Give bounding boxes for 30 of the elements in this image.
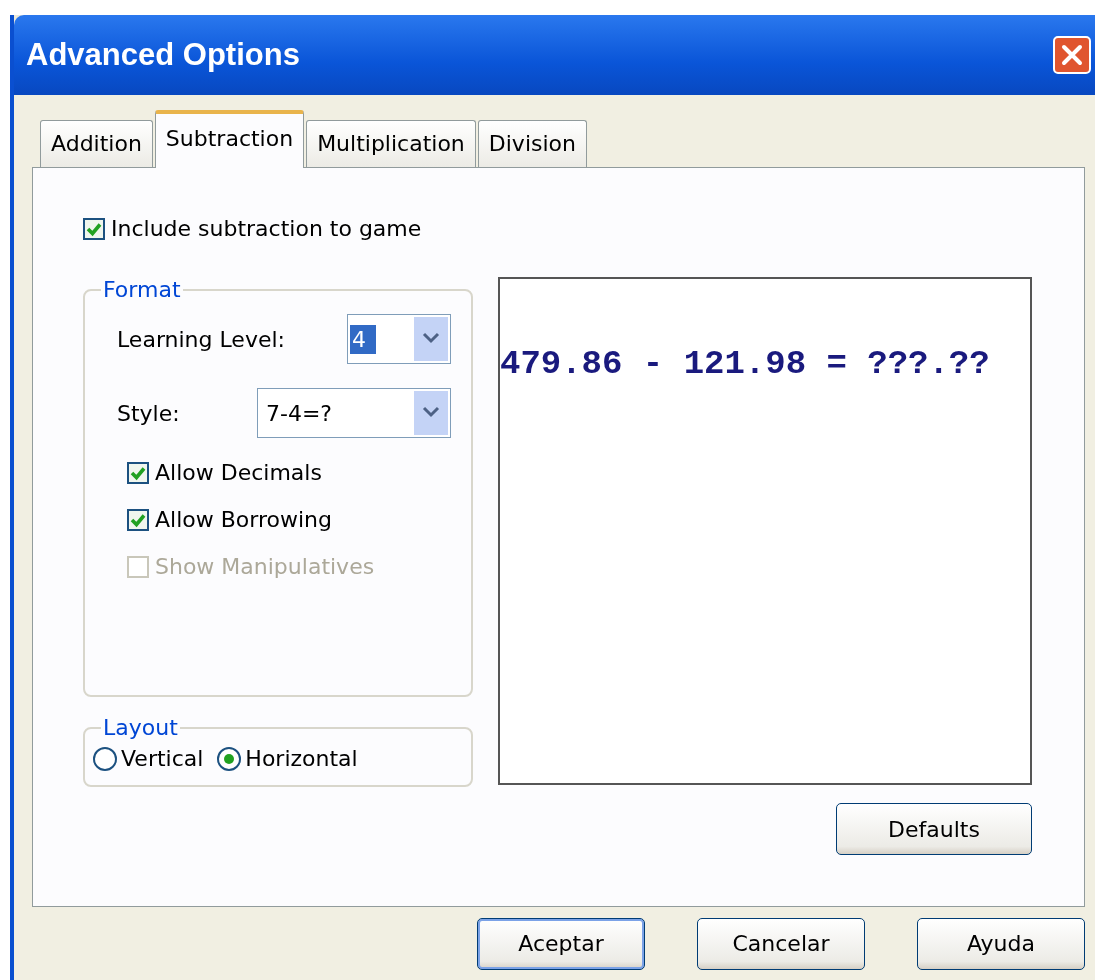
field-label: Style: — [117, 400, 180, 426]
dialog-button[interactable]: Cancelar — [697, 917, 865, 970]
tab[interactable]: Multiplication — [306, 120, 476, 167]
checkbox-label: Allow Decimals — [155, 460, 322, 485]
radio-button[interactable] — [217, 746, 242, 771]
checkbox[interactable] — [127, 461, 149, 484]
checkbox-label: Include subtraction to game — [111, 216, 422, 241]
group-title: Format — [102, 277, 182, 302]
group-title: Layout — [102, 715, 179, 740]
field-label: Learning Level: — [117, 326, 285, 352]
radio-label: Horizontal — [245, 746, 358, 771]
close-icon[interactable] — [1053, 36, 1091, 74]
chevron-down-icon — [414, 317, 448, 361]
defaults-button[interactable]: Defaults — [836, 803, 1032, 855]
style-dropdown[interactable]: 7-4=? — [257, 388, 451, 438]
chevron-down-icon — [414, 391, 448, 435]
window-title: Advanced Options — [26, 37, 300, 73]
tab[interactable]: Addition — [40, 120, 153, 167]
checkbox[interactable] — [127, 508, 149, 531]
tab[interactable]: Division — [477, 120, 587, 167]
checkbox-label: Show Manipulatives — [155, 554, 375, 579]
checkbox-label: Allow Borrowing — [155, 507, 332, 532]
equation-text: 479.86 - 121.98 = ???.?? — [500, 345, 990, 383]
checkbox[interactable] — [83, 217, 105, 240]
learning-level-dropdown[interactable]: 4 — [347, 314, 451, 364]
tab[interactable]: Subtraction — [154, 110, 305, 168]
dialog-button[interactable]: Ayuda — [917, 917, 1085, 970]
radio-label: Vertical — [121, 746, 204, 771]
dialog-button[interactable]: Aceptar — [477, 917, 645, 970]
radio-button[interactable] — [93, 746, 117, 771]
